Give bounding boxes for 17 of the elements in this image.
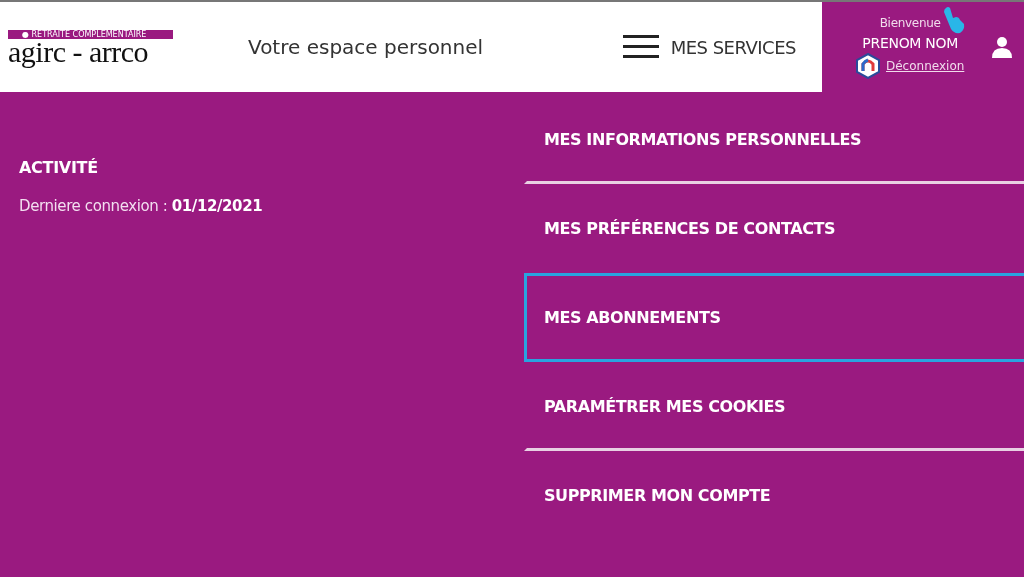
menu-item[interactable]: SUPPRIMER MON COMPTE: [524, 451, 1024, 540]
logout-link[interactable]: Déconnexion: [886, 58, 965, 73]
welcome-text: Bienvenue: [879, 15, 941, 30]
menu-icon: [622, 34, 659, 60]
user-name: PRENOM NOM: [862, 34, 958, 51]
menu-item[interactable]: PARAMÉTRER MES COOKIES: [524, 362, 1024, 451]
menu-item[interactable]: MES INFORMATIONS PERSONNELLES: [524, 95, 1024, 184]
shield-icon: [856, 52, 880, 79]
logo-tagline: ● RETRAITE COMPLEMENTAIRE: [8, 29, 173, 39]
hand-cursor-icon: [942, 6, 966, 34]
section-heading: ACTIVITÉ: [19, 158, 99, 177]
services-menu-button[interactable]: MES SERVICES: [618, 30, 800, 64]
menu-item[interactable]: MES PRÉFÉRENCES DE CONTACTS: [524, 184, 1024, 273]
last-login-text: Derniere connexion : 01/12/2021: [19, 197, 264, 215]
page-title: Votre espace personnel: [248, 35, 484, 59]
menu-item[interactable]: MES ABONNEMENTS: [524, 273, 1024, 362]
user-icon[interactable]: [992, 36, 1012, 58]
